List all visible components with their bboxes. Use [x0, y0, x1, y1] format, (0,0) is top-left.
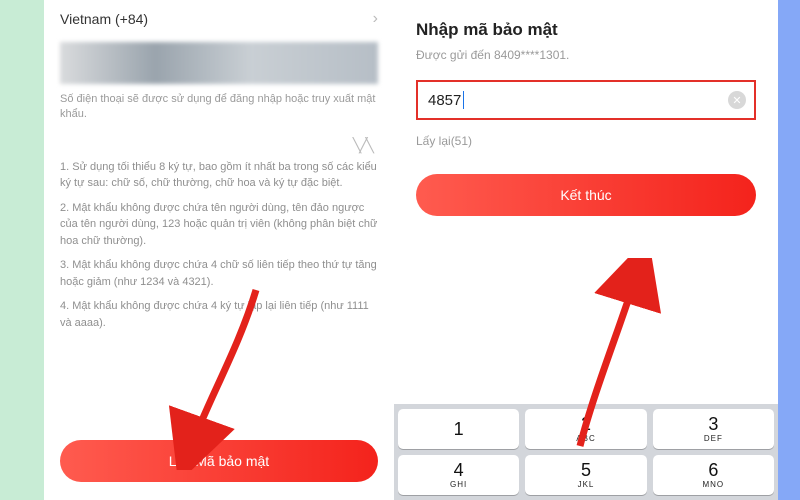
bg-strip-left — [0, 0, 44, 500]
rule-1: 1. Sử dụng tối thiểu 8 ký tự, bao gồm ít… — [60, 159, 378, 192]
get-code-button[interactable]: Lấy Mã bảo mật — [60, 440, 378, 482]
clear-icon[interactable]: ✕ — [728, 91, 746, 109]
key-2[interactable]: 2ABC — [525, 409, 646, 449]
finish-label: Kết thúc — [560, 187, 611, 203]
chevron-right-icon: › — [373, 10, 378, 28]
key-5[interactable]: 5JKL — [525, 455, 646, 495]
page-title: Nhập mã bảo mật — [416, 20, 756, 40]
rule-3: 3. Mật khẩu không được chứa 4 chữ số liê… — [60, 257, 378, 290]
key-3[interactable]: 3DEF — [653, 409, 774, 449]
get-code-label: Lấy Mã bảo mật — [169, 453, 269, 469]
key-6[interactable]: 6MNO — [653, 455, 774, 495]
resend-countdown: Lấy lại(51) — [416, 134, 756, 148]
sent-to-text: Được gửi đến 8409****1301. — [416, 48, 756, 62]
finish-button[interactable]: Kết thúc — [416, 174, 756, 216]
password-rules: 1. Sử dụng tối thiểu 8 ký tự, bao gồm ít… — [60, 159, 378, 332]
verify-panel: Nhập mã bảo mật Được gửi đến 8409****130… — [394, 0, 778, 500]
country-label: Vietnam (+84) — [60, 11, 148, 27]
key-1[interactable]: 1 — [398, 409, 519, 449]
country-selector[interactable]: Vietnam (+84) › — [44, 0, 394, 38]
register-panel: Vietnam (+84) › Số điện thoại sẽ được sử… — [44, 0, 394, 500]
password-row: ╲╱╲ — [44, 133, 394, 157]
code-input[interactable]: 4857 ✕ — [416, 80, 756, 120]
numeric-keypad: 1 2ABC 3DEF 4GHI 5JKL 6MNO — [394, 404, 778, 500]
rule-2: 2. Mật khẩu không được chứa tên người dù… — [60, 200, 378, 250]
phone-hint: Số điện thoại sẽ được sử dụng để đăng nh… — [60, 92, 378, 123]
key-4[interactable]: 4GHI — [398, 455, 519, 495]
text-caret — [463, 91, 464, 109]
bg-strip-right — [778, 0, 800, 500]
rule-4: 4. Mật khẩu không được chứa 4 ký tự lặp … — [60, 298, 378, 331]
code-value: 4857 — [428, 91, 464, 109]
eye-closed-icon[interactable]: ╲╱╲ — [353, 137, 372, 154]
phone-input-blurred[interactable] — [60, 42, 378, 84]
